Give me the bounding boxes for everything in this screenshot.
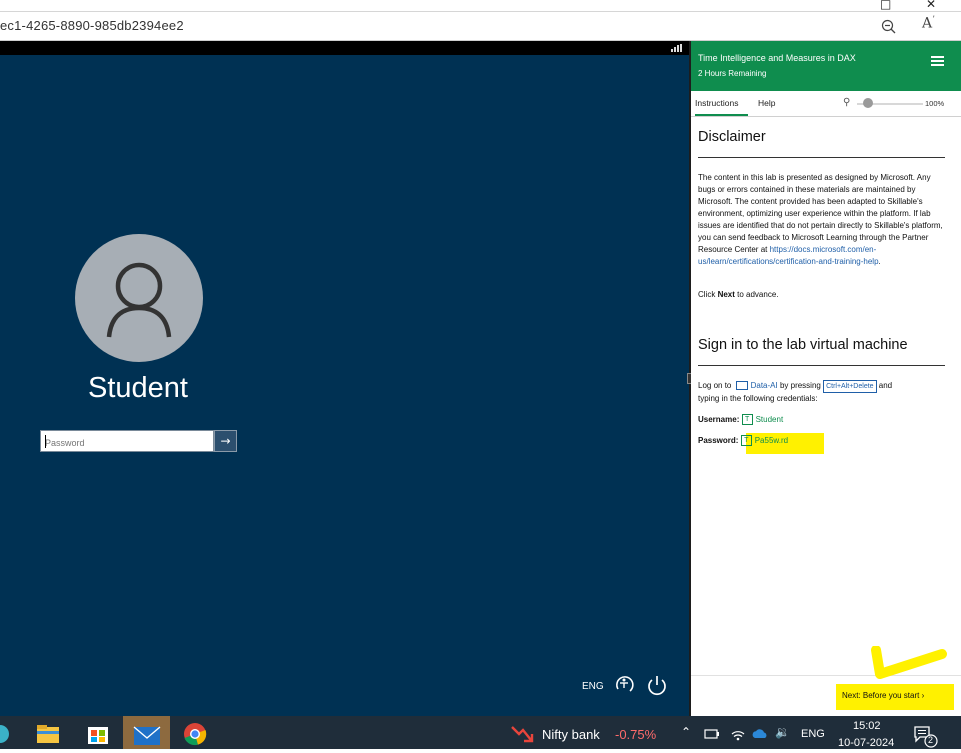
address-text: ec1-4265-8890-985db2394ee2 xyxy=(0,18,184,33)
stock-down-icon xyxy=(511,726,534,743)
heading-rule xyxy=(698,157,945,158)
window-title-strip: □ ✕ xyxy=(0,0,961,12)
signin-heading: Sign in to the lab virtual machine xyxy=(698,337,908,353)
vm-lock-screen[interactable]: Student → ENG xyxy=(0,55,689,716)
panel-tabs: Instructions Help ⚲ 100% xyxy=(691,91,961,117)
password-field[interactable] xyxy=(40,430,214,452)
username-value[interactable]: Student xyxy=(756,415,784,424)
show-hidden-icons-chevron-icon[interactable]: ⌃ xyxy=(681,725,691,739)
password-input[interactable] xyxy=(45,434,205,452)
password-value[interactable]: Pa55w.rd xyxy=(755,436,788,445)
ctrl-alt-delete-button[interactable]: Ctrl+Alt+Delete xyxy=(823,380,877,393)
heading-rule xyxy=(698,365,945,366)
wifi-icon[interactable] xyxy=(730,727,746,741)
chrome-icon[interactable] xyxy=(172,716,219,749)
ticker-change: -0.75% xyxy=(615,727,657,742)
signal-icon xyxy=(671,44,682,52)
logon-instructions: Log on to Data-AI by pressing Ctrl+Alt+D… xyxy=(698,380,893,403)
mail-app-icon[interactable] xyxy=(123,716,170,749)
vm-name-link[interactable]: Data-AI xyxy=(751,381,778,390)
ticker-name[interactable]: Nifty bank xyxy=(542,727,600,742)
zoom-out-icon[interactable] xyxy=(881,19,897,35)
time-remaining: 2 Hours Remaining xyxy=(698,69,767,78)
file-explorer-icon[interactable] xyxy=(24,716,71,749)
next-before-you-start-button[interactable]: Next: Before you start › xyxy=(842,691,924,700)
submit-arrow-button[interactable]: → xyxy=(214,430,237,452)
type-text-icon[interactable]: T xyxy=(741,414,753,426)
vm-language-indicator[interactable]: ENG xyxy=(582,681,604,692)
user-avatar xyxy=(75,234,203,362)
clock-time[interactable]: 15:02 xyxy=(853,720,881,732)
zoom-value: 100% xyxy=(925,99,945,108)
menu-icon[interactable] xyxy=(931,56,944,66)
instructions-panel: Time Intelligence and Measures in DAX 2 … xyxy=(691,41,961,716)
edge-app-icon[interactable] xyxy=(0,716,10,749)
username-line: Username: T Student xyxy=(698,414,784,426)
arrow-right-icon: → xyxy=(220,434,231,448)
notification-center-icon[interactable] xyxy=(914,726,938,748)
password-line: Password: T Pa55w.rd xyxy=(698,435,789,447)
lab-title: Time Intelligence and Measures in DAX xyxy=(698,53,856,63)
vm-top-bar xyxy=(0,41,689,55)
read-aloud-icon[interactable]: Aʼ xyxy=(922,15,935,32)
monitor-icon xyxy=(735,381,748,391)
ease-of-access-icon[interactable] xyxy=(612,673,636,697)
disclaimer-heading: Disclaimer xyxy=(698,129,766,145)
store-icon[interactable] xyxy=(74,716,121,749)
type-text-icon[interactable]: T xyxy=(740,435,752,447)
tab-instructions[interactable]: Instructions xyxy=(695,91,748,116)
click-next-text: Click Next to advance. xyxy=(698,290,779,299)
chevron-right-icon: › xyxy=(921,691,925,700)
zoom-slider-thumb[interactable] xyxy=(863,98,873,108)
tab-help[interactable]: Help xyxy=(758,91,775,116)
user-name: Student xyxy=(88,372,188,404)
close-window-icon[interactable]: ✕ xyxy=(926,0,936,11)
power-icon[interactable] xyxy=(645,673,669,697)
onedrive-cloud-icon[interactable] xyxy=(751,728,769,740)
restore-window-icon[interactable]: □ xyxy=(880,0,891,11)
clock-date[interactable]: 10-07-2024 xyxy=(838,737,894,749)
battery-icon[interactable] xyxy=(704,728,720,740)
disclaimer-text: The content in this lab is presented as … xyxy=(698,173,943,266)
address-bar[interactable]: ec1-4265-8890-985db2394ee2 Aʼ xyxy=(0,12,961,41)
panel-header: Time Intelligence and Measures in DAX 2 … xyxy=(691,41,961,91)
volume-icon[interactable]: 🔉 xyxy=(775,725,790,739)
notification-count: 2 xyxy=(928,735,934,745)
taskbar-language[interactable]: ENG xyxy=(801,728,825,740)
person-icon xyxy=(106,262,172,338)
taskbar: Nifty bank -0.75% ⌃ 🔉 ENG 15:02 10-07-20… xyxy=(0,716,961,749)
zoom-icon: ⚲ xyxy=(843,97,851,108)
